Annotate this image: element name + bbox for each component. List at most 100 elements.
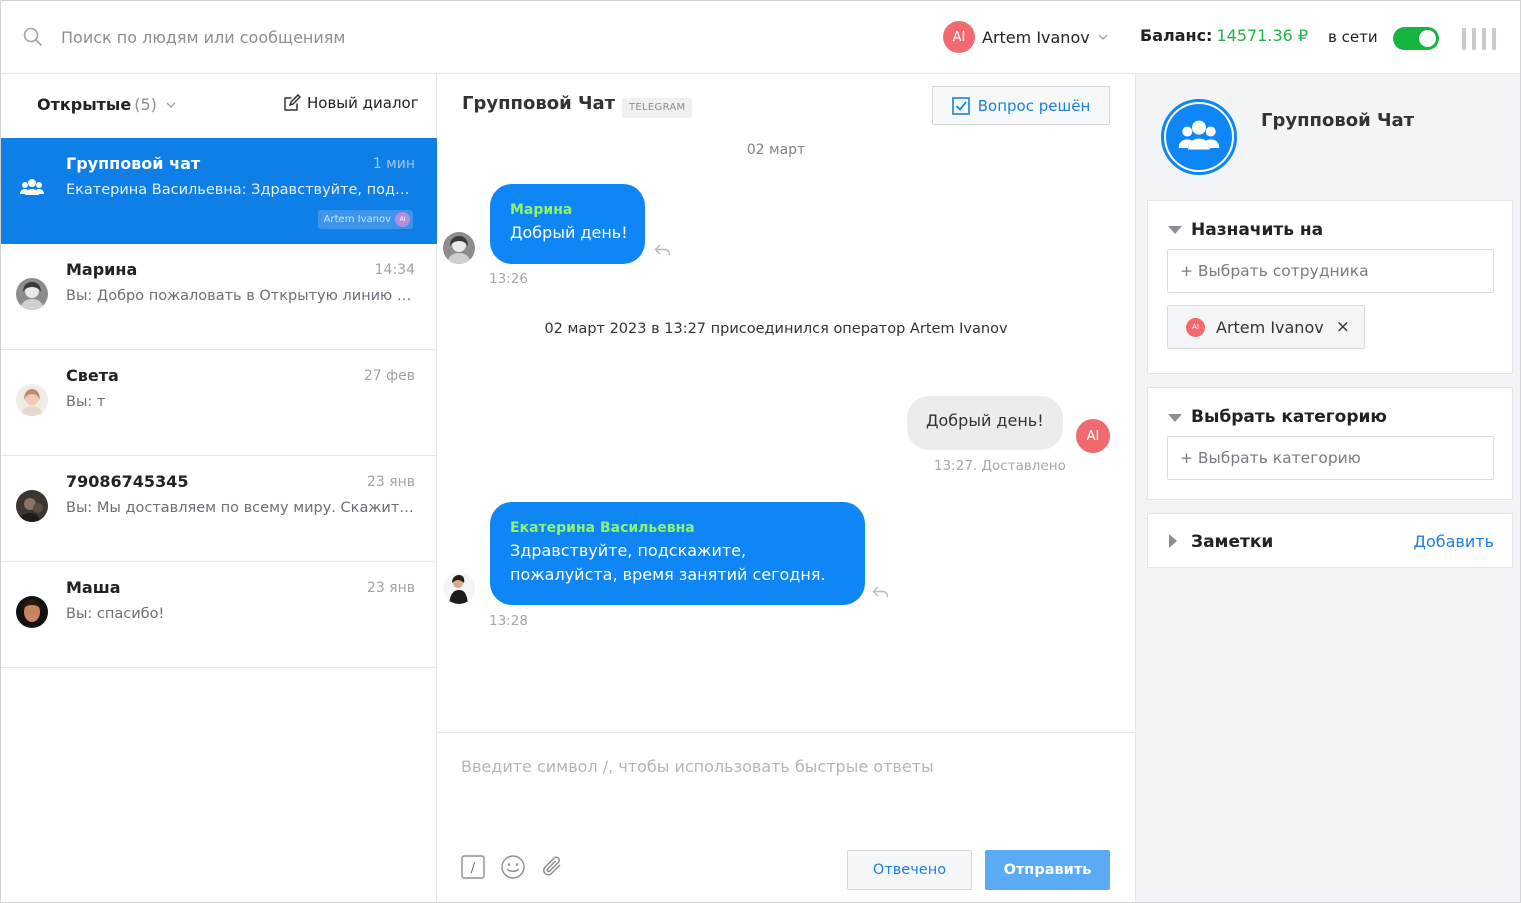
channel-badge: TELEGRAM — [622, 98, 693, 118]
dialog-time: 23 янв — [366, 474, 415, 490]
user-name: Artem Ivanov — [982, 27, 1090, 47]
slash-glyph: / — [471, 861, 476, 876]
new-dialog-button[interactable]: Новый диалог — [283, 94, 419, 112]
menu-bars-icon[interactable] — [1462, 28, 1496, 50]
avatar — [16, 384, 48, 416]
dialog-preview: Вы: Добро пожаловать в Открытую линию ко… — [66, 288, 416, 304]
reply-arrow-icon[interactable] — [654, 243, 672, 257]
message-bubble-incoming: Екатерина Васильевна Здравствуйте, подск… — [490, 502, 865, 605]
dialog-list: Групповой чат 1 мин Екатерина Васильевна… — [1, 138, 437, 668]
group-avatar — [1161, 99, 1237, 175]
group-people-icon — [1178, 120, 1220, 150]
new-dialog-label: Новый диалог — [307, 94, 419, 112]
dialog-time: 23 янв — [366, 580, 415, 596]
search-input[interactable] — [61, 23, 481, 51]
close-icon[interactable]: × — [1336, 317, 1350, 337]
answered-button[interactable]: Отвечено — [847, 850, 972, 890]
dialog-name: 79086745345 — [66, 472, 189, 491]
avatar — [443, 232, 475, 264]
reply-arrow-icon[interactable] — [872, 585, 890, 599]
dialog-item-group-chat[interactable]: Групповой чат 1 мин Екатерина Васильевна… — [1, 138, 437, 244]
edit-icon — [284, 94, 301, 111]
dialog-name: Света — [66, 366, 119, 385]
dialog-preview-text: Мы доставляем по всему миру. Скажите, по… — [96, 500, 416, 516]
date-separator: 02 март — [746, 142, 806, 158]
balance-label: Баланс: — [1140, 26, 1213, 45]
dialog-preview-prefix: Вы: — [66, 606, 93, 622]
dialog-item-marina[interactable]: Марина 14:34 Вы: Добро пожаловать в Откр… — [1, 244, 437, 350]
message-text-line: пожалуйста, время занятий сегодня. — [510, 565, 826, 584]
group-people-icon — [20, 179, 44, 195]
dialogs-header: Открытые (5) Новый диалог — [1, 74, 437, 138]
message-bubble-incoming: Марина Добрый день! — [490, 184, 645, 264]
assignee-tag: Artem Ivanov AI — [317, 210, 413, 229]
dialog-preview: Екатерина Васильевна: Здравствуйте, подс… — [66, 182, 416, 198]
dialog-item-masha[interactable]: Маша 23 янв Вы: спасибо! — [1, 562, 437, 668]
dialog-time: 27 фев — [363, 368, 415, 384]
chat-title: Групповой Чат — [462, 93, 616, 114]
assignee-avatar: AI — [1186, 317, 1205, 337]
notes-title: Заметки — [1191, 532, 1274, 552]
message-author: Екатерина Васильевна — [510, 520, 695, 536]
operator-avatar: AI — [1076, 419, 1110, 453]
dialog-time: 14:34 — [374, 262, 415, 278]
dialogs-filter-label: Открытые — [37, 95, 132, 114]
collapse-triangle-icon[interactable] — [1168, 414, 1182, 422]
dialog-preview-prefix: Вы: — [66, 500, 93, 516]
details-panel: Групповой Чат Назначить на + Выбрать сот… — [1135, 74, 1520, 902]
collapse-triangle-icon[interactable] — [1168, 226, 1182, 234]
send-button[interactable]: Отправить — [985, 850, 1110, 890]
search-icon — [23, 27, 43, 47]
avatar — [443, 572, 475, 604]
smile-icon[interactable] — [500, 854, 526, 880]
balance: Баланс: 14571.36 ₽ — [1140, 26, 1308, 45]
add-note-link[interactable]: Добавить — [1413, 532, 1494, 551]
dialog-item-phone[interactable]: 79086745345 23 янв Вы: Мы доставляем по … — [1, 456, 437, 562]
message-author: Марина — [510, 202, 573, 218]
dialog-preview-text: спасибо! — [96, 606, 165, 622]
dialog-item-sveta[interactable]: Света 27 фев Вы: т — [1, 350, 437, 456]
dialog-preview: Вы: Мы доставляем по всему миру. Скажите… — [66, 500, 416, 516]
group-avatar-inner — [1166, 104, 1232, 170]
system-message: 02 март 2023 в 13:27 присоединился опера… — [544, 321, 1008, 337]
paperclip-icon[interactable] — [540, 854, 566, 880]
message-time: 13:26 — [489, 271, 528, 287]
user-avatar: AI — [943, 21, 975, 53]
dialog-preview-prefix: Вы: — [66, 288, 93, 304]
resolved-button[interactable]: Вопрос решён — [932, 86, 1110, 125]
top-bar: AI Artem Ivanov Баланс:14571.36 ₽ в сети — [1, 1, 1520, 74]
slash-icon[interactable]: / — [460, 854, 486, 880]
dialogs-filter-count: (5) — [134, 95, 157, 114]
message-text: Добрый день! — [926, 411, 1044, 430]
dialog-time: 1 мин — [372, 156, 415, 172]
message-status: 13:27. Доставлено — [934, 458, 1066, 474]
avatar — [16, 278, 48, 310]
assign-title: Назначить на — [1191, 220, 1324, 240]
avatar — [16, 490, 48, 522]
category-card: Выбрать категорию + Выбрать категорию — [1147, 387, 1513, 500]
assignee-name: Artem Ivanov — [1216, 317, 1324, 337]
dialog-preview: Вы: т — [66, 394, 416, 410]
dialog-preview: Вы: спасибо! — [66, 606, 416, 622]
assignee-tag-avatar: AI — [395, 212, 410, 227]
expand-triangle-icon[interactable] — [1169, 534, 1177, 548]
dialogs-panel: Открытые (5) Новый диалог Групповой чат 1… — [1, 74, 437, 902]
dialog-name: Марина — [66, 260, 138, 279]
message-input[interactable] — [461, 757, 1111, 817]
dialog-name: Групповой чат — [66, 154, 201, 173]
checkbox-checked-icon — [951, 96, 970, 115]
assign-employee-select[interactable]: + Выбрать сотрудника — [1167, 249, 1494, 293]
user-menu[interactable]: AI Artem Ivanov — [943, 20, 1108, 54]
category-select[interactable]: + Выбрать категорию — [1167, 436, 1494, 480]
category-title: Выбрать категорию — [1191, 407, 1387, 427]
online-toggle[interactable] — [1393, 27, 1439, 50]
avatar — [16, 596, 48, 628]
message-bubble-outgoing: Добрый день! — [907, 396, 1063, 450]
assignee-chip: AI Artem Ivanov × — [1167, 305, 1365, 349]
resolved-label: Вопрос решён — [977, 96, 1091, 115]
balance-value: 14571.36 ₽ — [1216, 26, 1309, 45]
dialog-preview-text: Добро пожаловать в Открытую линию компан… — [96, 288, 416, 304]
assign-card: Назначить на + Выбрать сотрудника AI Art… — [1147, 200, 1513, 374]
group-title: Групповой Чат — [1261, 110, 1415, 131]
dialogs-filter[interactable]: Открытые (5) — [37, 95, 176, 114]
